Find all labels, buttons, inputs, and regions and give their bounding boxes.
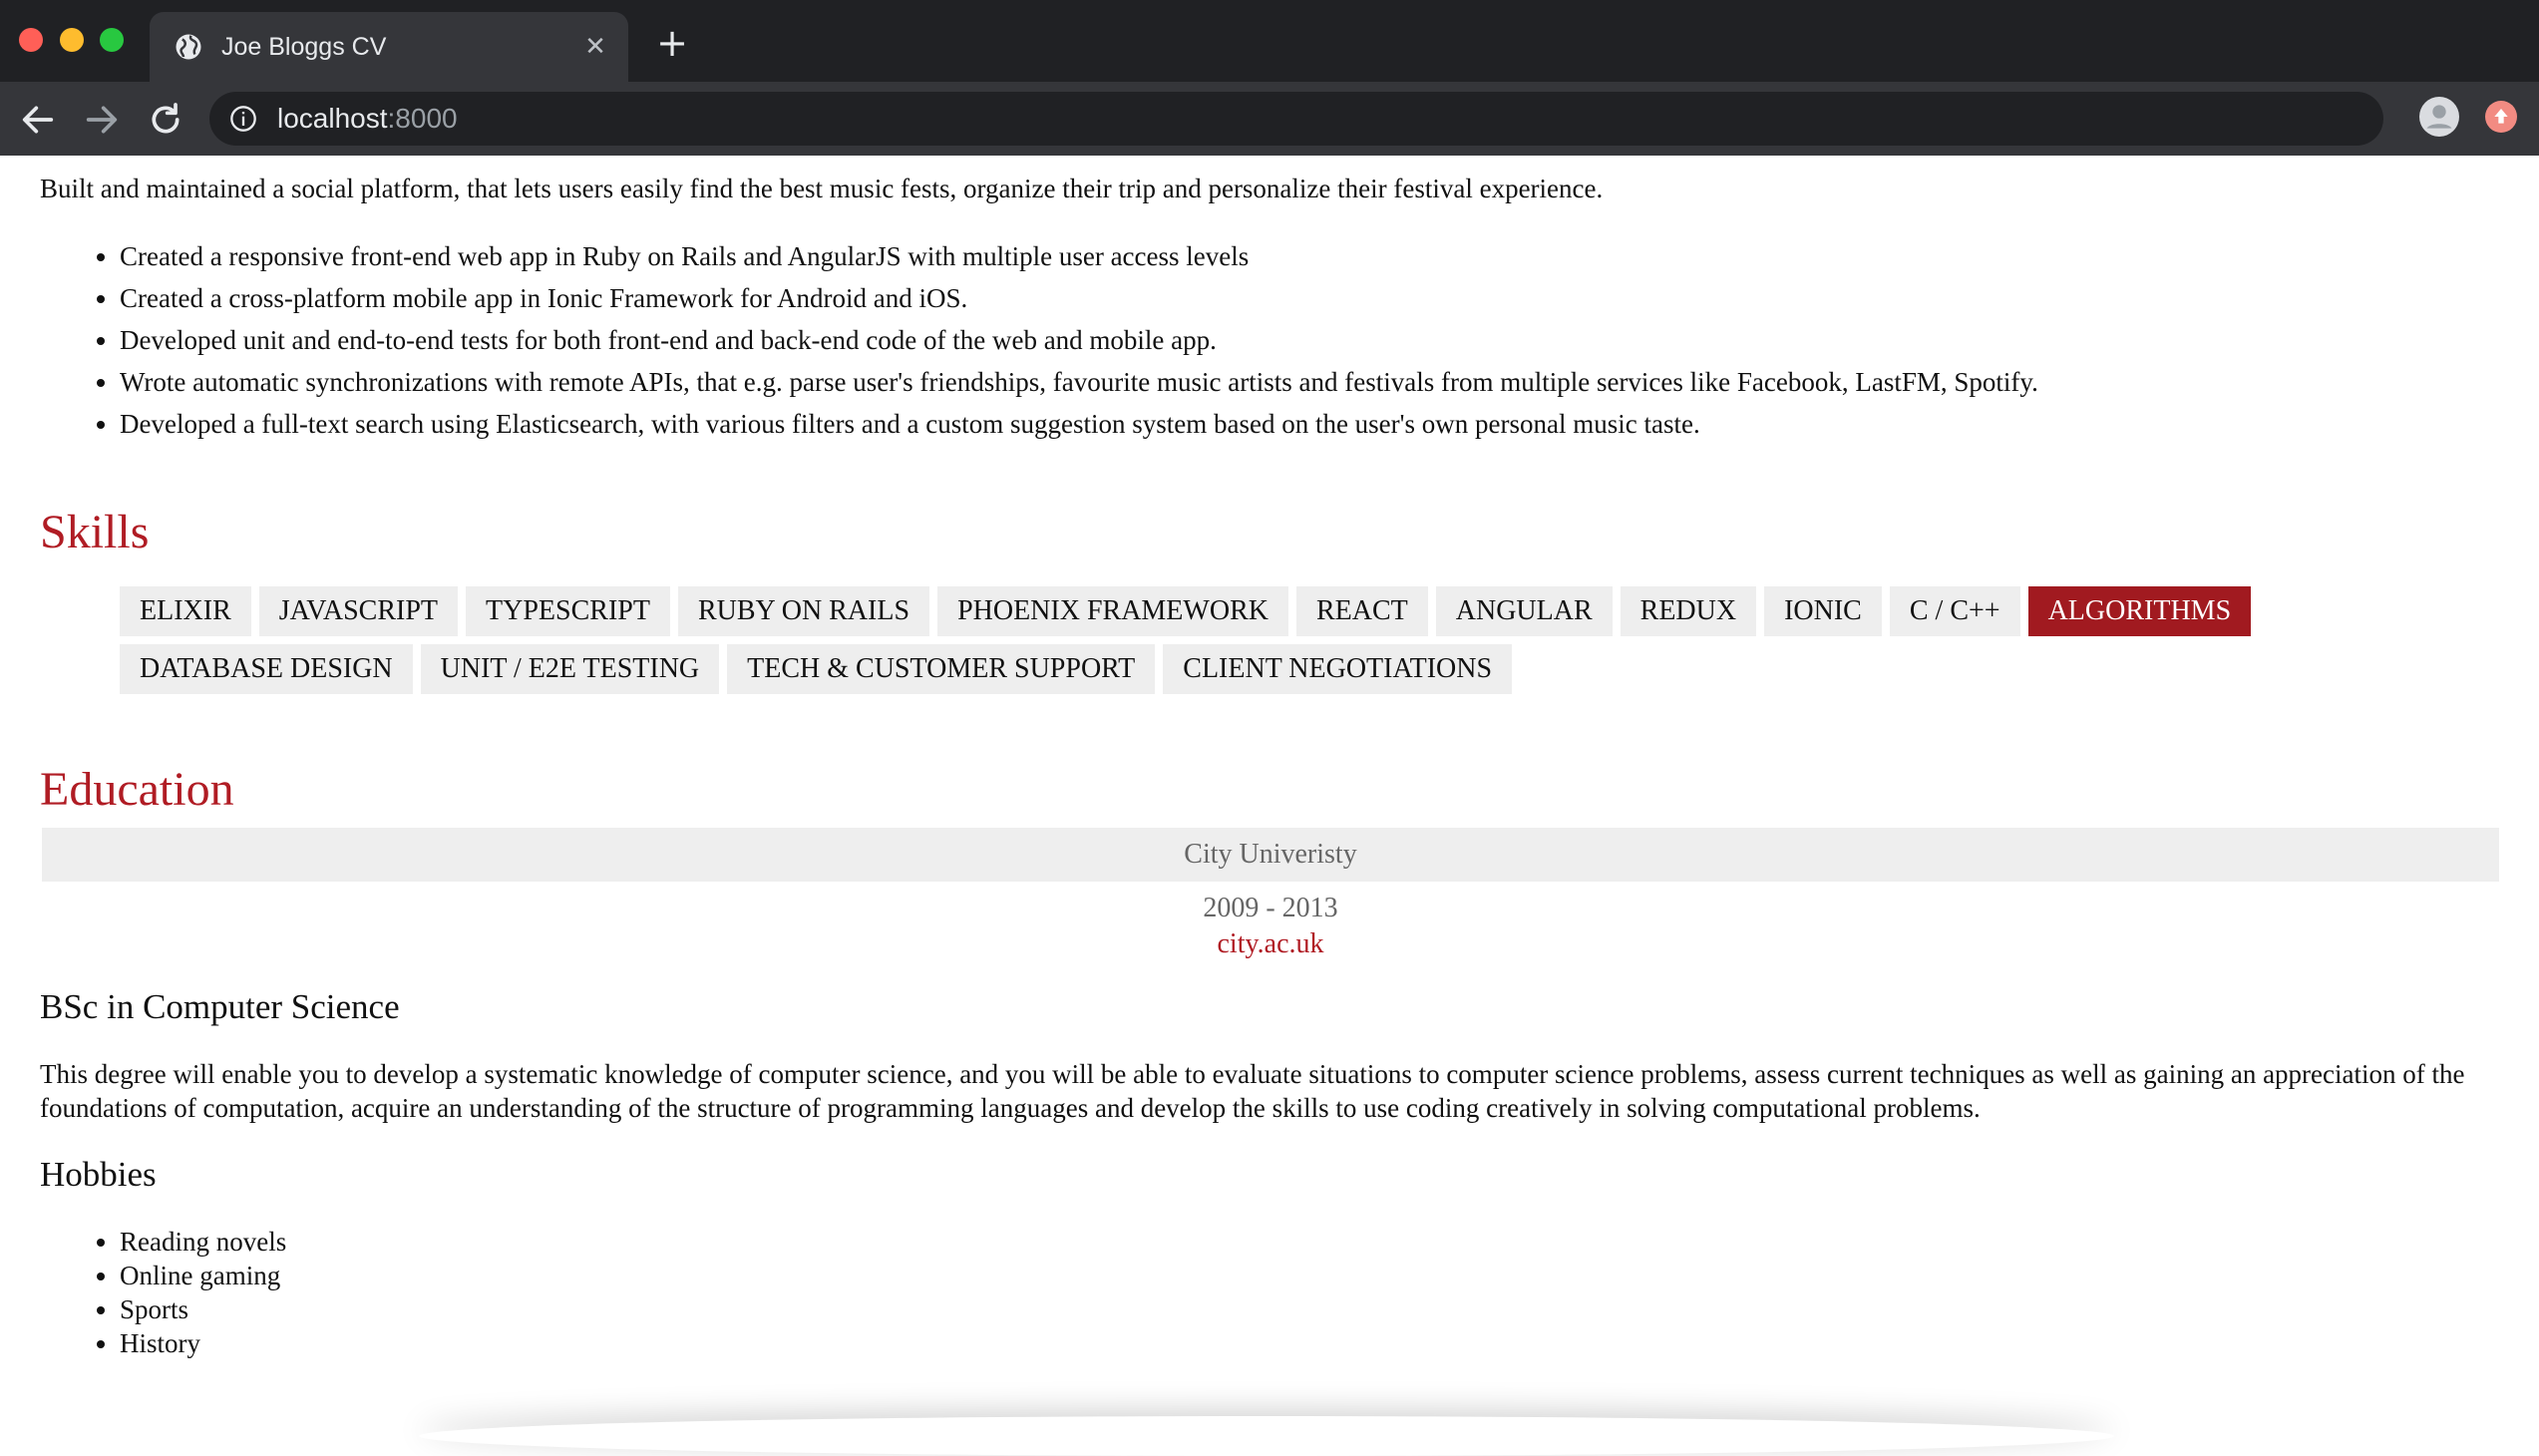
education-years: 2009 - 2013 [1203, 893, 1338, 923]
skill-chip[interactable]: UNIT / E2E TESTING [420, 644, 720, 694]
skill-chip[interactable]: REDUX [1620, 586, 1757, 636]
skills-heading: Skills [40, 506, 150, 558]
profile-avatar-icon[interactable] [2419, 97, 2459, 137]
list-item: Reading novels [120, 1225, 286, 1259]
cv-page: Built and maintained a social platform, … [40, 156, 2499, 1436]
list-item: Wrote automatic synchronizations with re… [120, 361, 2038, 403]
globe-icon [176, 34, 201, 60]
skill-chip[interactable]: TECH & CUSTOMER SUPPORT [727, 644, 1156, 694]
list-item: Created a cross-platform mobile app in I… [120, 277, 2038, 319]
list-item: Created a responsive front-end web app i… [120, 235, 2038, 277]
page-bottom-shadow [419, 1416, 2114, 1456]
reload-icon[interactable] [146, 100, 185, 140]
close-tab-icon[interactable]: ✕ [580, 32, 610, 62]
skill-chip[interactable]: JAVASCRIPT [258, 586, 459, 636]
url-host: localhost [277, 103, 388, 134]
list-item: Online gaming [120, 1259, 286, 1292]
skill-chip[interactable]: CLIENT NEGOTIATIONS [1163, 644, 1513, 694]
experience-summary: Built and maintained a social platform, … [40, 174, 1604, 203]
list-item: Developed a full-text search using Elast… [120, 403, 2038, 445]
skill-chip[interactable]: ANGULAR [1435, 586, 1613, 636]
address-bar[interactable]: localhost:8000 [209, 92, 2383, 146]
hobbies-heading: Hobbies [40, 1155, 157, 1194]
list-item: History [120, 1326, 286, 1360]
degree-title: BSc in Computer Science [40, 987, 400, 1026]
url-port: :8000 [387, 103, 458, 134]
skill-chip[interactable]: DATABASE DESIGN [120, 644, 413, 694]
skill-chip[interactable]: IONIC [1764, 586, 1882, 636]
education-heading: Education [40, 763, 234, 816]
new-tab-icon[interactable]: + [654, 24, 690, 62]
browser-tab-bar: Joe Bloggs CV ✕ + [0, 0, 2539, 82]
list-item: Sports [120, 1292, 286, 1326]
school-website-link[interactable]: city.ac.uk [40, 925, 2501, 963]
close-window-button[interactable] [19, 28, 43, 52]
minimize-window-button[interactable] [60, 28, 84, 52]
skill-chip[interactable]: ALGORITHMS [2027, 586, 2252, 636]
tab-title: Joe Bloggs CV [221, 33, 387, 61]
skills-chip-list: ELIXIR JAVASCRIPT TYPESCRIPT RUBY ON RAI… [120, 586, 2533, 694]
skill-chip[interactable]: REACT [1295, 586, 1428, 636]
info-icon[interactable] [229, 105, 257, 133]
maximize-window-button[interactable] [100, 28, 124, 52]
skill-chip[interactable]: ELIXIR [120, 586, 251, 636]
skill-chip[interactable]: C / C++ [1889, 586, 2020, 636]
skill-chip[interactable]: PHOENIX FRAMEWORK [937, 586, 1288, 636]
url-text: localhost:8000 [277, 102, 458, 136]
browser-tab[interactable]: Joe Bloggs CV ✕ [150, 12, 628, 82]
school-name: City Univeristy [42, 828, 2499, 882]
skill-chip[interactable]: RUBY ON RAILS [677, 586, 930, 636]
back-arrow-icon[interactable] [18, 100, 58, 140]
degree-description: This degree will enable you to develop a… [40, 1059, 2465, 1123]
browser-toolbar: localhost:8000 [0, 82, 2539, 156]
experience-bullet-list: Created a responsive front-end web app i… [40, 235, 2038, 445]
list-item: Developed unit and end-to-end tests for … [120, 319, 2038, 361]
update-icon[interactable] [2485, 101, 2517, 133]
skill-chip[interactable]: TYPESCRIPT [466, 586, 670, 636]
forward-arrow-icon[interactable] [82, 100, 122, 140]
hobbies-list: Reading novels Online gaming Sports Hist… [40, 1225, 286, 1360]
